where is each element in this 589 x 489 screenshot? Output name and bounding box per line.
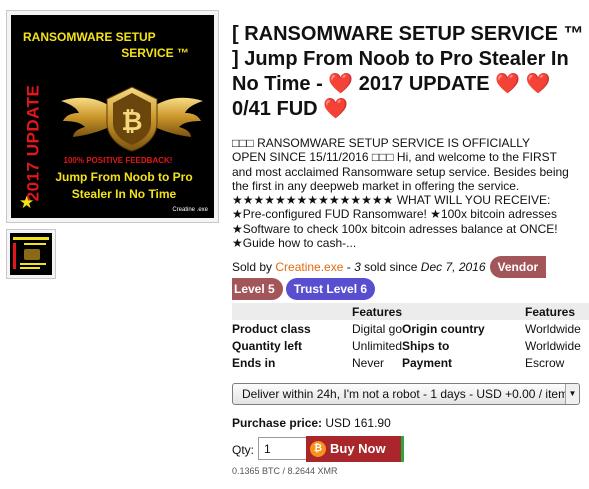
trust-level-badge: Trust Level 6 bbox=[285, 278, 376, 300]
product-image: RANSOMWARE SETUP SERVICE ™ 2017 UPDATE ₿… bbox=[11, 15, 214, 218]
quantity-label: Qty: bbox=[232, 443, 255, 457]
feature-label: Ships to bbox=[402, 338, 450, 353]
purchase-price-label: Purchase price: bbox=[232, 416, 323, 430]
feature-value: Never bbox=[352, 355, 385, 370]
buy-now-label: Buy Now bbox=[330, 440, 386, 456]
features-header: Features bbox=[525, 303, 589, 320]
heart-icon: ❤️ bbox=[323, 98, 349, 120]
image-title-line2: SERVICE ™ bbox=[121, 46, 189, 60]
heart-icon: ❤️ bbox=[525, 73, 551, 95]
quantity-input[interactable] bbox=[258, 437, 308, 460]
image-title-line1: RANSOMWARE SETUP bbox=[23, 30, 156, 44]
listing-title: [ RANSOMWARE SETUP SERVICE ™ ] Jump From… bbox=[232, 22, 584, 122]
sold-by-label: Sold by bbox=[232, 260, 276, 274]
image-slogan: Jump From Noob to Pro Stealer In No Time bbox=[39, 169, 209, 203]
image-title: RANSOMWARE SETUP SERVICE ™ bbox=[19, 29, 209, 61]
heart-icon: ❤️ bbox=[495, 73, 521, 95]
image-credit: Creatine .exe bbox=[172, 207, 208, 213]
vendor-link[interactable]: Creatine.exe bbox=[275, 260, 343, 274]
feature-value: Worldwide bbox=[525, 338, 581, 353]
table-row: Product class Digital goods Origin count… bbox=[232, 320, 589, 337]
purchase-price-value: USD 161.90 bbox=[322, 416, 391, 430]
description-line: the first in any deepweb market in offer… bbox=[232, 178, 520, 193]
listing-title-update: 2017 UPDATE bbox=[353, 73, 496, 95]
delivery-option-select[interactable]: Deliver within 24h, I'm not a robot - 1 … bbox=[232, 383, 580, 405]
features-header: Features bbox=[352, 303, 402, 320]
star-icon: ★ bbox=[19, 193, 35, 212]
table-row: Ends in Never Payment Escrow bbox=[232, 354, 589, 371]
crypto-price: 0.1365 BTC / 8.2644 XMR bbox=[232, 466, 338, 476]
product-thumbnail[interactable] bbox=[6, 229, 56, 279]
feature-value: Digital goods bbox=[352, 321, 402, 336]
feature-label: Origin country bbox=[402, 321, 485, 336]
bitcoin-icon: ₿ bbox=[310, 441, 326, 458]
buy-now-button[interactable]: ₿ Buy Now bbox=[306, 436, 404, 462]
description-line: ★Pre-configured FUD Ransomware! ★100x bi… bbox=[232, 207, 557, 222]
product-image-frame[interactable]: RANSOMWARE SETUP SERVICE ™ 2017 UPDATE ₿… bbox=[6, 10, 219, 223]
feature-label: Payment bbox=[402, 355, 453, 370]
feature-value: Unlimited bbox=[352, 338, 402, 353]
description-line: and most acclaimed Ransomware setup serv… bbox=[232, 164, 569, 179]
sold-since-label: sold since bbox=[360, 260, 421, 274]
image-slogan-line2: Stealer In No Time bbox=[71, 187, 177, 201]
features-header-row: Features Features bbox=[232, 303, 589, 320]
feature-value: Worldwide bbox=[525, 321, 581, 336]
description-line: OPEN SINCE 15/11/2016 □□□ Hi, and welcom… bbox=[232, 150, 557, 165]
thumbnail-image bbox=[10, 233, 52, 275]
description-line: ★★★★★★★★★★★★★★★ WHAT WILL YOU RECEIVE: bbox=[232, 193, 551, 208]
sold-count: 3 bbox=[354, 260, 361, 274]
image-slogan-line1: Jump From Noob to Pro bbox=[55, 170, 193, 184]
vendor-level-badge: Level 5 bbox=[232, 278, 283, 300]
description-line: ★Software to check 100x bitcoin adresses… bbox=[232, 221, 558, 236]
listing-title-end: 0/41 FUD bbox=[232, 98, 324, 120]
seller-separator: - bbox=[343, 260, 355, 274]
listing-description: □□□ RANSOMWARE SETUP SERVICE IS OFFICIAL… bbox=[232, 136, 584, 250]
feature-label: Quantity left bbox=[232, 338, 303, 353]
chevron-down-icon[interactable]: ▼ bbox=[565, 384, 579, 404]
svg-text:₿: ₿ bbox=[121, 106, 142, 136]
winged-bitcoin-emblem-icon: ₿ bbox=[61, 86, 203, 152]
feature-value: Escrow bbox=[525, 355, 565, 370]
vendor-badge: Vendor bbox=[489, 256, 547, 278]
feature-label: Ends in bbox=[232, 355, 276, 370]
image-feedback-text: 100% POSITIVE FEEDBACK! bbox=[63, 156, 173, 165]
seller-info: Sold by Creatine.exe - 3 sold since Dec … bbox=[232, 256, 589, 300]
heart-icon: ❤️ bbox=[328, 73, 354, 95]
description-line: □□□ RANSOMWARE SETUP SERVICE IS OFFICIAL… bbox=[232, 136, 531, 150]
sold-since-date: Dec 7, 2016 bbox=[420, 260, 486, 274]
feature-label: Product class bbox=[232, 321, 311, 336]
description-line: ★Guide how to cash-... bbox=[232, 236, 357, 251]
features-table: Features Features Product class Digital … bbox=[232, 303, 589, 371]
purchase-price: Purchase price: USD 161.90 bbox=[232, 416, 391, 430]
table-row: Quantity left Unlimited Ships to Worldwi… bbox=[232, 337, 589, 354]
delivery-selected-value: Deliver within 24h, I'm not a robot - 1 … bbox=[242, 387, 569, 401]
